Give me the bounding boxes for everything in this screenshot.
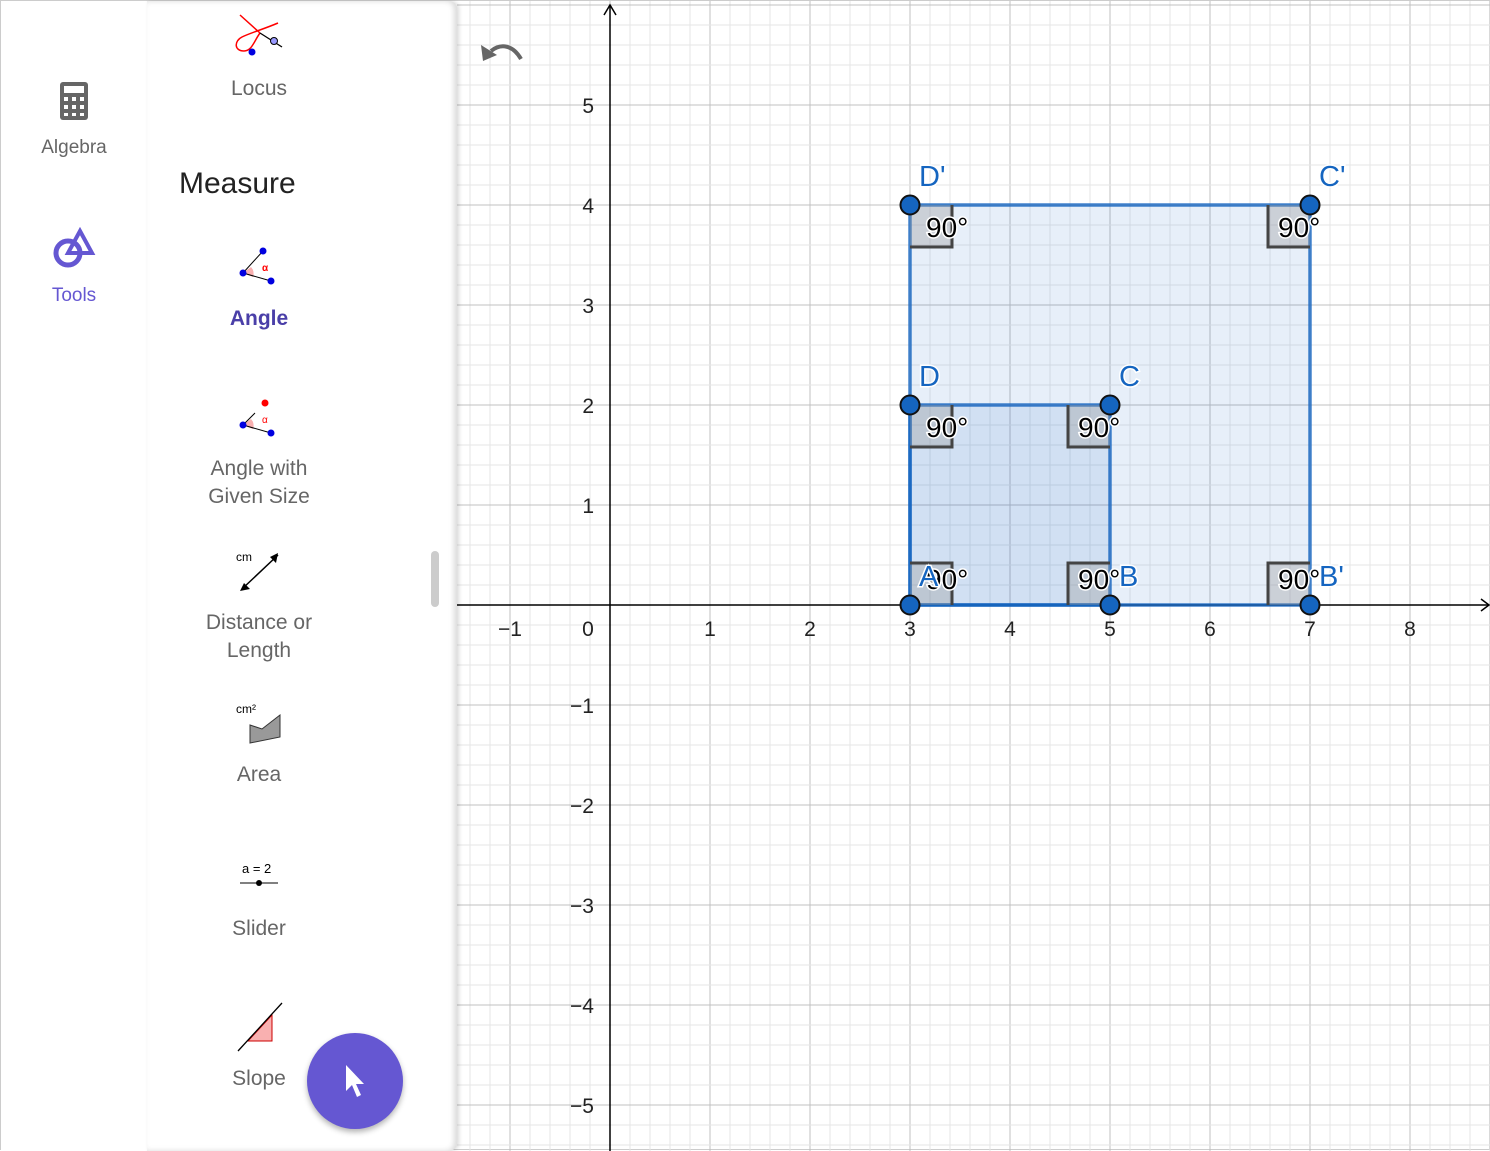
distance-icon: cm	[236, 550, 279, 591]
x-tick-label: 7	[1304, 618, 1316, 641]
tool-label: Area	[236, 763, 282, 786]
locus-icon	[235, 14, 283, 56]
tool-label: Angle with Given Size	[208, 457, 310, 508]
point-b	[1099, 594, 1121, 616]
slider-icon: a = 2	[240, 861, 278, 886]
svg-text:cm: cm	[236, 550, 252, 564]
angle-label: 90°	[1078, 564, 1120, 595]
y-tick-label: −4	[570, 995, 594, 1018]
x-tick-label: 4	[1004, 618, 1016, 641]
x-tick-label: 5	[1104, 618, 1116, 641]
svg-text:α: α	[262, 263, 269, 274]
svg-text:α: α	[262, 415, 268, 426]
point-a	[899, 594, 921, 616]
graphics-view[interactable]: −1 0 1 2 3 4 5 6 7 8 5 4 3 2 1 −1 −2 −3 −4 −5 90° 90° 90° 90° 90…	[457, 1, 1490, 1151]
angle-icon: α	[239, 247, 275, 285]
angle-label: 90°	[1278, 564, 1320, 595]
undo-button[interactable]	[479, 39, 523, 72]
point-b-prime	[1299, 594, 1321, 616]
x-tick-label: 1	[704, 618, 716, 641]
y-tick-label: 2	[582, 395, 594, 418]
move-tool-fab[interactable]	[307, 1033, 403, 1129]
area-icon: cm²	[236, 702, 281, 744]
tool-distance[interactable]: cm Distance or Length	[147, 547, 371, 665]
tool-area[interactable]: cm² Area	[147, 699, 371, 789]
angle-given-size-icon: α	[239, 399, 275, 437]
tool-slider[interactable]: a = 2 Slider	[147, 855, 371, 943]
tool-angle[interactable]: α Angle	[147, 245, 371, 333]
tool-label: Distance or Length	[205, 611, 313, 662]
undo-icon	[481, 44, 523, 61]
x-tick-label: 2	[804, 618, 816, 641]
point-label: D	[919, 361, 940, 393]
y-tick-label: −5	[570, 1095, 594, 1118]
calculator-icon	[60, 82, 88, 120]
nav-tools[interactable]: Tools	[1, 226, 147, 307]
x-tick-label: 3	[904, 618, 916, 641]
tool-label: Angle	[229, 307, 289, 330]
y-tick-label: 1	[582, 495, 594, 518]
point-c-prime	[1299, 194, 1321, 216]
x-tick-label: 6	[1204, 618, 1216, 641]
point-label: C'	[1319, 161, 1345, 193]
svg-text:a = 2: a = 2	[242, 861, 271, 876]
tool-label: Locus	[230, 77, 288, 100]
angle-label: 90°	[1278, 212, 1320, 243]
y-tick-label: −1	[570, 695, 594, 718]
y-tick-label: −3	[570, 895, 594, 918]
point-label: A	[919, 561, 939, 593]
tool-locus[interactable]: Locus	[147, 11, 371, 103]
angle-label: 90°	[926, 212, 968, 243]
svg-text:cm²: cm²	[236, 702, 256, 716]
x-tick-label: 0	[582, 618, 594, 641]
tools-shapes-icon	[53, 226, 96, 268]
left-nav: Algebra Tools	[1, 1, 147, 1151]
angle-label: 90°	[1078, 412, 1120, 443]
pointer-arrow-icon	[346, 1065, 364, 1097]
y-tick-label: 5	[582, 95, 594, 118]
slope-icon	[237, 1002, 283, 1052]
panel-scrollbar[interactable]	[431, 551, 439, 607]
tools-panel: Locus Measure α Angle α Angle with Given…	[147, 1, 457, 1151]
angle-label: 90°	[926, 412, 968, 443]
point-label: C	[1119, 361, 1140, 393]
x-tick-label: 8	[1404, 618, 1416, 641]
point-label: B'	[1319, 561, 1344, 593]
tool-label: Slider	[232, 917, 286, 940]
point-label: B	[1119, 561, 1138, 593]
y-tick-label: −2	[570, 795, 594, 818]
section-heading-measure: Measure	[179, 167, 296, 200]
y-tick-label: 4	[582, 195, 594, 218]
point-c	[1099, 394, 1121, 416]
nav-tools-label: Tools	[51, 285, 97, 306]
y-tick-label: 3	[582, 295, 594, 318]
point-d	[899, 394, 921, 416]
tool-angle-given-size[interactable]: α Angle with Given Size	[147, 397, 371, 511]
nav-algebra[interactable]: Algebra	[1, 81, 147, 159]
x-tick-label: −1	[498, 618, 522, 641]
point-d-prime	[899, 194, 921, 216]
nav-algebra-label: Algebra	[41, 137, 107, 158]
point-label: D'	[919, 161, 945, 193]
